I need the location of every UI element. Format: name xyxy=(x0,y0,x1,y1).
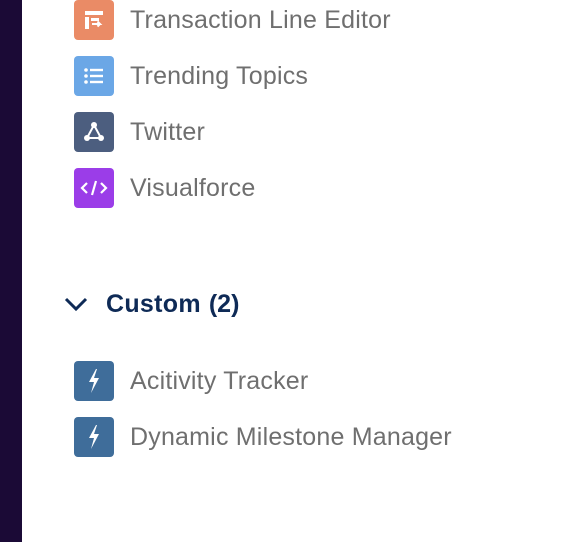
list-icon xyxy=(74,56,114,96)
network-graph-icon xyxy=(74,112,114,152)
list-item-label: Dynamic Milestone Manager xyxy=(130,422,452,451)
list-item-label: Visualforce xyxy=(130,173,256,202)
section-title: Custom xyxy=(106,289,201,318)
list-item-visualforce[interactable]: Visualforce xyxy=(74,168,255,208)
list-item-dynamic-milestone-manager[interactable]: Dynamic Milestone Manager xyxy=(74,417,452,457)
list-item-label: Trending Topics xyxy=(130,61,309,90)
list-item-acitivity-tracker[interactable]: Acitivity Tracker xyxy=(74,361,308,401)
lightning-bolt-icon xyxy=(74,361,114,401)
list-item-label: Transaction Line Editor xyxy=(130,5,391,34)
left-sidebar-strip xyxy=(0,0,22,542)
lightning-bolt-icon xyxy=(74,417,114,457)
list-item-label: Twitter xyxy=(130,117,206,146)
section-header-custom[interactable]: Custom (2) xyxy=(62,284,239,324)
app-root: Transaction Line Editor Trending Topics xyxy=(0,0,578,542)
section-count: (2) xyxy=(208,289,240,318)
list-item-trending-topics[interactable]: Trending Topics xyxy=(74,56,308,96)
list-item-transaction-line-editor[interactable]: Transaction Line Editor xyxy=(74,0,391,40)
chevron-down-icon[interactable] xyxy=(62,290,90,318)
list-item-twitter[interactable]: Twitter xyxy=(74,112,205,152)
component-list-panel: Transaction Line Editor Trending Topics xyxy=(22,0,578,542)
list-item-label: Acitivity Tracker xyxy=(130,366,309,395)
transaction-line-editor-icon xyxy=(74,0,114,40)
code-icon xyxy=(74,168,114,208)
